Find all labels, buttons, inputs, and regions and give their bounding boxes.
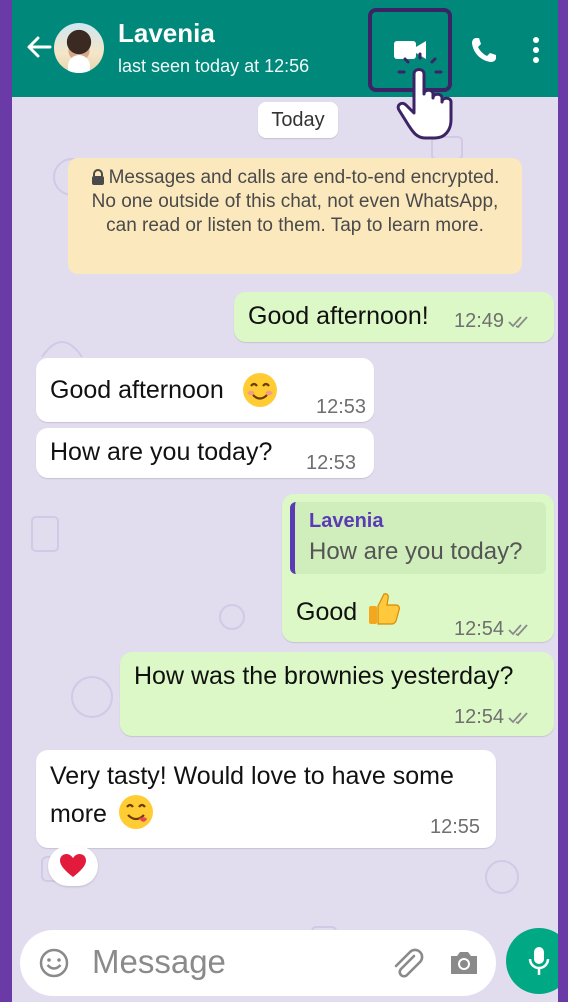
message-bubble[interactable]: How was the brownies yesterday? 12:54 xyxy=(120,652,554,736)
message-timestamp: 12:53 xyxy=(306,452,357,474)
double-check-icon xyxy=(508,315,528,328)
message-input-bar: Message xyxy=(20,930,496,996)
quoted-text: How are you today? xyxy=(309,538,523,565)
message-time: 12:49 xyxy=(454,310,530,333)
message-timestamp: 12:54 xyxy=(454,706,505,728)
reply-message-bubble[interactable]: Lavenia How are you today? Good 12:54 xyxy=(282,494,554,642)
message-timestamp: 12:53 xyxy=(316,396,367,418)
message-time: 12:54 xyxy=(454,618,530,641)
message-text: Good afternoon! xyxy=(248,302,429,330)
message-time: 12:54 xyxy=(454,706,530,729)
date-chip: Today xyxy=(258,102,338,138)
heart-icon xyxy=(60,854,86,877)
back-button[interactable] xyxy=(24,32,54,62)
last-seen-status: last seen today at 12:56 xyxy=(118,56,310,76)
message-text: Good xyxy=(296,598,358,626)
camera-icon[interactable] xyxy=(448,948,480,978)
smiling-face-icon xyxy=(243,373,277,407)
arrow-left-icon xyxy=(27,36,52,58)
thumbs-up-icon xyxy=(369,593,400,625)
kebab-menu-icon xyxy=(533,37,539,63)
emoji-icon[interactable] xyxy=(38,947,70,979)
message-input[interactable]: Message xyxy=(92,943,226,981)
chat-screen: Lavenia last seen today at 12:56 Today M… xyxy=(12,0,558,1002)
message-timestamp: 12:54 xyxy=(454,618,505,640)
message-bubble[interactable]: Very tasty! Would love to have some more… xyxy=(36,750,496,848)
chat-header: Lavenia last seen today at 12:56 xyxy=(12,0,558,97)
message-text-line-2: more xyxy=(50,800,107,828)
message-bubble[interactable]: Good afternoon! 12:49 xyxy=(234,292,554,342)
more-options-button[interactable] xyxy=(516,20,556,80)
savoring-food-face-icon xyxy=(119,795,153,829)
message-bubble[interactable]: Good afternoon 12:53 xyxy=(36,358,374,422)
quoted-message[interactable]: Lavenia How are you today? xyxy=(290,502,546,574)
quoted-author: Lavenia xyxy=(309,510,384,532)
message-timestamp: 12:49 xyxy=(454,310,505,332)
message-text: How was the brownies yesterday? xyxy=(134,662,514,690)
message-reaction[interactable] xyxy=(48,846,98,886)
contact-avatar[interactable] xyxy=(54,23,104,73)
voice-call-button[interactable] xyxy=(454,20,514,80)
message-text-line-1: Very tasty! Would love to have some xyxy=(50,762,454,790)
message-bubble[interactable]: How are you today? 12:53 xyxy=(36,428,374,478)
message-text: How are you today? xyxy=(50,438,273,466)
paperclip-icon[interactable] xyxy=(390,946,424,980)
phone-icon xyxy=(472,38,496,62)
double-check-icon xyxy=(508,623,528,636)
double-check-icon xyxy=(508,711,528,724)
message-text: Good afternoon xyxy=(50,376,224,404)
lock-icon xyxy=(91,169,104,185)
encryption-notice[interactable]: Messages and calls are end-to-end encryp… xyxy=(68,158,522,274)
message-timestamp: 12:55 xyxy=(430,816,481,838)
microphone-icon xyxy=(528,947,550,975)
contact-name[interactable]: Lavenia xyxy=(118,18,215,49)
hand-pointer-icon xyxy=(396,52,453,140)
encryption-notice-text: Messages and calls are end-to-end encryp… xyxy=(91,167,500,236)
